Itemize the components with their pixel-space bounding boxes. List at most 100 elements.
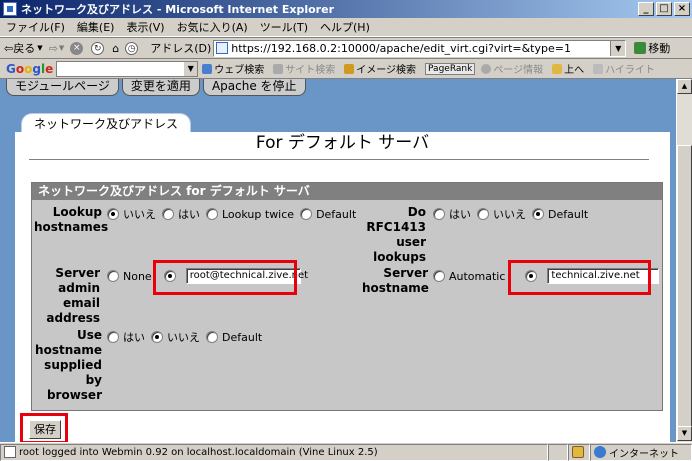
do-rfc1413-label: Do RFC1413 user lookups — [366, 205, 426, 264]
menu-help[interactable]: ヘルプ(H) — [320, 19, 370, 35]
rfc-default-option[interactable]: Default — [532, 208, 588, 221]
scroll-down-button[interactable]: ▼ — [677, 426, 692, 441]
address-dropdown-icon[interactable]: ▼ — [610, 40, 626, 56]
google-search-input[interactable]: ▼ — [56, 60, 199, 77]
browser-toolbar: ⇦ 戻る ▼ ⇨ ▼ × ↻ ⌂ ◷ アドレス(D) https://192.1… — [0, 37, 692, 59]
radio-selected[interactable] — [107, 208, 119, 220]
highlight-server-admin — [153, 260, 297, 295]
network-form: ネットワーク及びアドレス for デフォルト サーバ Lookup hostna… — [31, 182, 663, 411]
go-label: 移動 — [648, 42, 671, 55]
radio[interactable] — [107, 270, 119, 282]
radio[interactable] — [107, 331, 119, 343]
lookup-no-option[interactable]: いいえ — [107, 206, 156, 222]
scroll-thumb[interactable] — [677, 145, 692, 439]
maximize-button[interactable]: □ — [656, 2, 672, 16]
tab-stop-apache[interactable]: Apache を停止 — [202, 79, 306, 96]
save-button[interactable]: 保存 — [29, 420, 61, 439]
stop-button[interactable]: × — [70, 41, 85, 55]
site-search-icon — [273, 63, 284, 74]
globe-icon — [594, 446, 606, 458]
lookup-yes-option[interactable]: はい — [162, 206, 200, 222]
lookup-twice-option[interactable]: Lookup twice — [206, 208, 294, 221]
status-blank-cell — [548, 443, 568, 461]
menu-view[interactable]: 表示(V) — [126, 19, 164, 35]
history-button[interactable]: ◷ — [125, 41, 140, 55]
page-title: For デフォルト サーバ — [255, 133, 430, 153]
close-button[interactable]: × — [674, 2, 690, 16]
radio-selected[interactable] — [532, 208, 544, 220]
menu-file[interactable]: ファイル(F) — [6, 19, 65, 35]
home-button[interactable]: ⌂ — [112, 42, 119, 55]
do-rfc1413-options: はい いいえ Default — [433, 206, 594, 222]
chevron-down-icon[interactable]: ▼ — [184, 61, 198, 76]
go-button[interactable]: 移動 — [634, 40, 670, 56]
highlight-server-hostname — [508, 260, 651, 295]
home-icon: ⌂ — [112, 41, 120, 55]
lookup-default-option[interactable]: Default — [300, 208, 356, 221]
image-search-button[interactable]: イメージ検索 — [344, 61, 416, 76]
address-label: アドレス(D) — [150, 42, 212, 55]
rfc-no-option[interactable]: いいえ — [477, 206, 526, 222]
radio[interactable] — [206, 331, 218, 343]
web-search-button[interactable]: ウェブ検索 — [202, 61, 264, 76]
chevron-down-icon: ▼ — [37, 44, 43, 52]
google-logo[interactable]: Google — [6, 62, 53, 76]
back-label: 戻る — [13, 42, 36, 55]
use-hostname-options: はい いいえ Default — [107, 329, 268, 345]
forward-button[interactable]: ⇨ ▼ — [49, 42, 65, 55]
lookup-hostnames-label: Lookup hostnames — [34, 205, 109, 234]
top-tabs: モジュールページ 変更を適用 Apache を停止 — [6, 79, 306, 96]
info-icon — [481, 63, 492, 74]
highlight-button[interactable]: ハイライト — [593, 61, 655, 76]
radio-selected[interactable] — [151, 331, 163, 343]
section-tab-header: ネットワーク及びアドレス — [22, 114, 191, 134]
history-icon: ◷ — [125, 41, 139, 55]
window-title: ネットワーク及びアドレス - Microsoft Internet Explor… — [21, 3, 334, 16]
form-header: ネットワーク及びアドレス for デフォルト サーバ — [32, 183, 662, 200]
page-done-icon — [4, 446, 16, 458]
refresh-button[interactable]: ↻ — [91, 41, 106, 55]
menu-edit[interactable]: 編集(E) — [77, 19, 115, 35]
folder-up-icon — [552, 63, 563, 74]
minimize-button[interactable]: _ — [638, 2, 654, 16]
server-hostname-auto-option[interactable]: Automatic — [433, 270, 505, 283]
stop-icon: × — [70, 41, 84, 55]
back-button[interactable]: ⇦ 戻る ▼ — [4, 40, 43, 56]
rfc-yes-option[interactable]: はい — [433, 206, 471, 222]
status-bar: root logged into Webmin 0.92 on localhos… — [0, 442, 692, 461]
menu-tools[interactable]: ツール(T) — [260, 19, 308, 35]
radio[interactable] — [162, 208, 174, 220]
go-arrow-icon — [634, 42, 647, 54]
up-button[interactable]: 上へ — [552, 61, 584, 76]
page-info-button[interactable]: ページ情報 — [481, 61, 543, 76]
tab-apply-changes[interactable]: 変更を適用 — [121, 79, 200, 96]
radio[interactable] — [206, 208, 218, 220]
back-arrow-icon: ⇦ — [4, 41, 14, 55]
server-admin-none-option[interactable]: None — [107, 270, 152, 283]
use-hostname-no-option[interactable]: いいえ — [151, 329, 200, 345]
google-toolbar: Google ▼ ウェブ検索 サイト検索 イメージ検索 PageRank ページ… — [0, 59, 692, 79]
highlighter-icon — [593, 63, 604, 74]
use-hostname-yes-option[interactable]: はい — [107, 329, 145, 345]
status-text: root logged into Webmin 0.92 on localhos… — [19, 446, 378, 458]
site-search-button[interactable]: サイト検索 — [273, 61, 335, 76]
radio[interactable] — [300, 208, 313, 220]
address-url: https://192.168.0.2:10000/apache/edit_vi… — [231, 41, 571, 55]
address-bar[interactable]: https://192.168.0.2:10000/apache/edit_vi… — [213, 39, 627, 57]
radio[interactable] — [433, 208, 445, 220]
scroll-up-button[interactable]: ▲ — [677, 79, 692, 94]
menu-favorites[interactable]: お気に入り(A) — [177, 19, 248, 35]
page-viewport: モジュールページ 変更を適用 Apache を停止 ネットワーク及びアドレス F… — [0, 79, 676, 442]
radio[interactable] — [477, 208, 489, 220]
web-search-icon — [202, 63, 213, 74]
tab-module-page[interactable]: モジュールページ — [6, 79, 119, 96]
use-hostname-label: Use hostname supplied by browser — [35, 328, 102, 402]
vertical-scrollbar[interactable]: ▲ ▼ — [676, 79, 692, 442]
status-zone-cell: インターネット — [590, 443, 692, 461]
use-hostname-default-option[interactable]: Default — [206, 331, 262, 344]
radio[interactable] — [433, 270, 445, 282]
status-text-cell: root logged into Webmin 0.92 on localhos… — [0, 443, 548, 461]
image-search-icon — [344, 63, 355, 74]
lock-icon — [572, 446, 584, 458]
page-icon — [216, 42, 229, 54]
